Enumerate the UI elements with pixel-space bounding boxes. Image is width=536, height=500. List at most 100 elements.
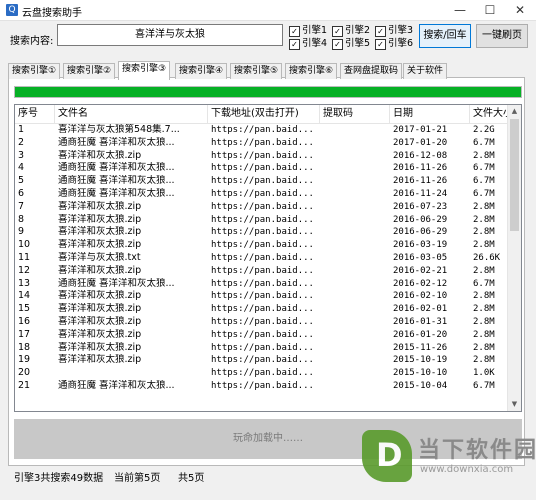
engine-4-checkbox[interactable]: ✓ 引擎4 — [289, 38, 327, 50]
watermark-url: www.downxia.com — [420, 464, 514, 475]
cell-date: 2016-11-26 — [393, 176, 448, 187]
table-row[interactable]: 15 喜洋洋和灰太狼.zip https://pan.baid... 2016-02-… — [15, 303, 509, 316]
cell-size: 2.8M — [473, 291, 495, 302]
cell-filename: 喜洋洋和灰太狼.zip — [58, 149, 142, 161]
table-row[interactable]: 9 喜洋洋和灰太狼.zip https://pan.baid... 2016-06-2… — [15, 226, 509, 239]
title-bar: Q 云盘搜索助手 — ☐ ✕ — [0, 0, 536, 21]
cell-extract-code — [320, 354, 390, 367]
table-row[interactable]: 11 喜洋洋与灰太狼.txt https://pan.baid... 2016-03-… — [15, 252, 509, 265]
cell-filename: 喜洋洋与灰太狼第548集.7... — [58, 124, 180, 135]
table-row[interactable]: 7 喜洋洋和灰太狼.zip https://pan.baid... 2016-07-2… — [15, 201, 509, 214]
table-row[interactable]: 6 通商狂魔 喜洋洋和灰太狼... https://pan.baid... 2016-… — [15, 188, 509, 201]
cell-download-url[interactable]: https://pan.baid... — [208, 329, 320, 342]
tab-engine-6[interactable]: 搜索引擎⑥ — [285, 63, 338, 79]
cell-filename: 喜洋洋和灰太狼.zip — [58, 239, 142, 251]
table-row[interactable]: 14 喜洋洋和灰太狼.zip https://pan.baid... 2016-02-… — [15, 290, 509, 303]
cell-download-url[interactable]: https://pan.baid... — [208, 150, 320, 163]
cell-size: 6.7M — [473, 176, 495, 187]
table-row[interactable]: 4 通商狂魔 喜洋洋和灰太狼... https://pan.baid... 2016-… — [15, 162, 509, 175]
cell-date: 2016-02-21 — [393, 265, 448, 276]
close-button[interactable]: ✕ — [506, 0, 534, 20]
scroll-thumb[interactable] — [510, 119, 519, 231]
cell-download-url[interactable]: https://pan.baid... — [208, 278, 320, 291]
table-row[interactable]: 12 喜洋洋和灰太狼.zip https://pan.baid... 2016-02-… — [15, 265, 509, 278]
table-row[interactable]: 3 喜洋洋和灰太狼.zip https://pan.baid... 2016-12-0… — [15, 150, 509, 163]
table-row[interactable]: 18 喜洋洋和灰太狼.zip https://pan.baid... 2015-11-… — [15, 342, 509, 355]
column-header-index[interactable]: 序号 — [15, 105, 55, 123]
cell-download-url[interactable]: https://pan.baid... — [208, 188, 320, 201]
watermark: D 当下软件园 www.downxia.com — [362, 430, 536, 486]
progress-fill — [15, 87, 521, 97]
cell-extract-code — [320, 342, 390, 355]
cell-download-url[interactable]: https://pan.baid... — [208, 201, 320, 214]
column-header-filename[interactable]: 文件名 — [55, 105, 208, 123]
column-header-date[interactable]: 日期 — [390, 105, 470, 123]
cell-download-url[interactable]: https://pan.baid... — [208, 124, 320, 137]
tab-engine-3[interactable]: 搜索引擎③ — [118, 61, 171, 80]
column-header-download-url[interactable]: 下载地址(双击打开) — [208, 105, 320, 123]
cell-date: 2016-03-19 — [393, 240, 448, 251]
table-row[interactable]: 5 通商狂魔 喜洋洋和灰太狼... https://pan.baid... 2016-… — [15, 175, 509, 188]
table-row[interactable]: 10 喜洋洋和灰太狼.zip https://pan.baid... 2016-03-… — [15, 239, 509, 252]
cell-download-url[interactable]: https://pan.baid... — [208, 367, 320, 380]
column-header-size[interactable]: 文件大小 — [470, 105, 509, 123]
cell-extract-code — [320, 214, 390, 227]
cell-download-url[interactable]: https://pan.baid... — [208, 265, 320, 278]
engine-3-checkbox[interactable]: ✓ 引擎3 — [375, 25, 413, 37]
cell-filename: 喜洋洋和灰太狼.zip — [58, 264, 142, 276]
cell-download-url[interactable]: https://pan.baid... — [208, 252, 320, 265]
results-table[interactable]: 序号 文件名 下载地址(双击打开) 提取码 日期 文件大小 1 喜洋洋与灰太狼第5… — [14, 104, 522, 412]
engine-1-checkbox[interactable]: ✓ 引擎1 — [289, 25, 327, 37]
watermark-name: 当下软件园 — [418, 438, 536, 463]
search-button[interactable]: 搜索/回车 — [419, 24, 471, 48]
cell-download-url[interactable]: https://pan.baid... — [208, 290, 320, 303]
minimize-button[interactable]: — — [446, 0, 474, 20]
cell-date: 2016-12-08 — [393, 150, 448, 161]
table-row[interactable]: 16 喜洋洋和灰太狼.zip https://pan.baid... 2016-01-… — [15, 316, 509, 329]
scroll-up-icon[interactable]: ▲ — [508, 105, 521, 118]
table-row[interactable]: 19 喜洋洋和灰太狼.zip https://pan.baid... 2015-10-… — [15, 354, 509, 367]
scroll-down-icon[interactable]: ▼ — [508, 398, 521, 411]
column-header-extract-code[interactable]: 提取码 — [320, 105, 390, 123]
cell-download-url[interactable]: https://pan.baid... — [208, 380, 320, 393]
cell-download-url[interactable]: https://pan.baid... — [208, 137, 320, 150]
refresh-page-button[interactable]: 一键刷页 — [476, 24, 528, 48]
engine-2-checkbox[interactable]: ✓ 引擎2 — [332, 25, 370, 37]
cell-download-url[interactable]: https://pan.baid... — [208, 342, 320, 355]
cell-download-url[interactable]: https://pan.baid... — [208, 226, 320, 239]
cell-download-url[interactable]: https://pan.baid... — [208, 214, 320, 227]
checkmark-icon: ✓ — [332, 26, 343, 37]
cell-filename: 通商狂魔 喜洋洋和灰太狼... — [58, 162, 175, 174]
engine-5-label: 引擎5 — [345, 38, 371, 49]
tab-about[interactable]: 关于软件 — [403, 63, 448, 79]
cell-index: 13 — [18, 277, 31, 289]
status-total-pages: 共5页 — [178, 473, 205, 484]
cell-download-url[interactable]: https://pan.baid... — [208, 162, 320, 175]
tab-engine-1[interactable]: 搜索引擎① — [8, 63, 61, 79]
engine-5-checkbox[interactable]: ✓ 引擎5 — [332, 38, 370, 50]
table-row[interactable]: 13 通商狂魔 喜洋洋和灰太狼... https://pan.baid... 2016… — [15, 278, 509, 291]
table-row[interactable]: 21 通商狂魔 喜洋洋和灰太狼... https://pan.baid... 2015… — [15, 380, 509, 393]
table-row[interactable]: 1 喜洋洋与灰太狼第548集.7... https://pan.baid... 201… — [15, 124, 509, 137]
table-row[interactable]: 20 https://pan.baid... 2015-10-10 1.0K — [15, 367, 509, 380]
tab-engine-5[interactable]: 搜索引擎⑤ — [230, 63, 283, 79]
cell-download-url[interactable]: https://pan.baid... — [208, 354, 320, 367]
cell-filename: 喜洋洋和灰太狼.zip — [58, 328, 142, 340]
cell-index: 9 — [18, 226, 25, 238]
table-row[interactable]: 17 喜洋洋和灰太狼.zip https://pan.baid... 2016-01-… — [15, 329, 509, 342]
cell-index: 17 — [18, 328, 31, 340]
cell-size: 6.7M — [473, 137, 495, 148]
tab-engine-4[interactable]: 搜索引擎④ — [175, 63, 228, 79]
cell-download-url[interactable]: https://pan.baid... — [208, 239, 320, 252]
engine-6-checkbox[interactable]: ✓ 引擎6 — [375, 38, 413, 50]
cell-download-url[interactable]: https://pan.baid... — [208, 303, 320, 316]
cell-download-url[interactable]: https://pan.baid... — [208, 316, 320, 329]
maximize-button[interactable]: ☐ — [476, 0, 504, 20]
tab-extract-code[interactable]: 查网盘提取码 — [340, 63, 403, 79]
vertical-scrollbar[interactable]: ▲ ▼ — [507, 105, 521, 411]
cell-download-url[interactable]: https://pan.baid... — [208, 175, 320, 188]
tab-engine-2[interactable]: 搜索引擎② — [63, 63, 116, 79]
table-row[interactable]: 8 喜洋洋和灰太狼.zip https://pan.baid... 2016-06-2… — [15, 214, 509, 227]
table-row[interactable]: 2 通商狂魔 喜洋洋和灰太狼... https://pan.baid... 2017-… — [15, 137, 509, 150]
search-input[interactable] — [57, 24, 283, 46]
